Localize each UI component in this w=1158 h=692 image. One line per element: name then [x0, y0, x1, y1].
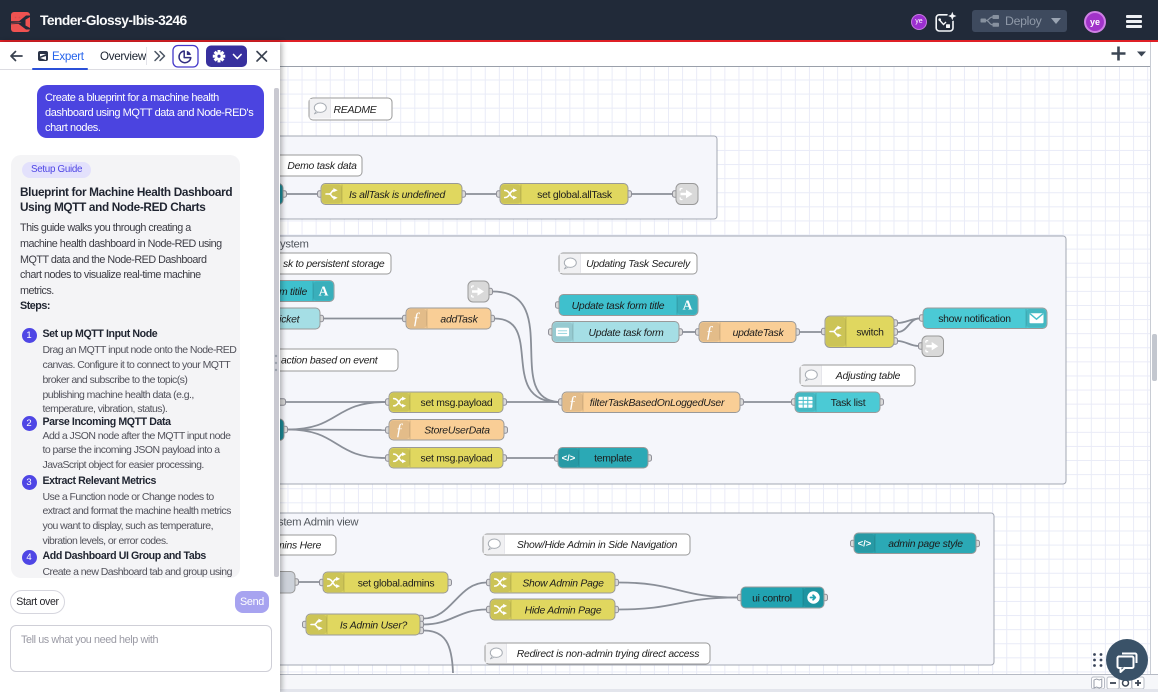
svg-text:admin page style: admin page style — [888, 539, 963, 550]
svg-text:StoreUserData: StoreUserData — [424, 426, 490, 437]
svg-text:set global.allTask: set global.allTask — [537, 190, 613, 201]
svg-text:template: template — [594, 454, 632, 465]
svg-text:Hide Admin Page: Hide Admin Page — [525, 605, 602, 616]
svg-text:addTask: addTask — [440, 314, 478, 325]
svg-text:Update task form title: Update task form title — [572, 301, 665, 312]
svg-text:sk to persistent storage: sk to persistent storage — [283, 259, 385, 270]
svg-text:mins Here: mins Here — [276, 541, 322, 552]
svg-text:Expert: Expert — [52, 50, 85, 63]
svg-text:Task list: Task list — [831, 398, 866, 409]
svg-text:README: README — [334, 105, 378, 116]
svg-text:Show Admin Page: Show Admin Page — [522, 578, 604, 589]
svg-text:Update task form: Update task form — [588, 328, 664, 339]
svg-text:stem Admin view: stem Admin view — [278, 517, 359, 529]
svg-text:Adjusting table: Adjusting table — [835, 371, 901, 382]
svg-text:Is Admin User?: Is Admin User? — [340, 620, 408, 631]
svg-text:Updating Task Securely: Updating Task Securely — [586, 259, 691, 270]
svg-text:ystem: ystem — [280, 239, 309, 251]
svg-text:action based on event: action based on event — [281, 356, 379, 367]
svg-text:set msg.payload: set msg.payload — [421, 454, 493, 465]
svg-text:ticket: ticket — [277, 314, 301, 325]
svg-text:filterTaskBasedOnLoggedUser: filterTaskBasedOnLoggedUser — [590, 398, 725, 409]
svg-text:set msg.payload: set msg.payload — [421, 398, 493, 409]
svg-text:set global.admins: set global.admins — [358, 578, 435, 589]
svg-text:switch: switch — [856, 328, 884, 339]
svg-text:show notification: show notification — [938, 314, 1011, 325]
svg-text:m titile: m titile — [279, 287, 307, 298]
svg-text:Is allTask is undefined: Is allTask is undefined — [349, 190, 447, 201]
svg-text:Overview: Overview — [100, 50, 147, 63]
svg-text:Show/Hide Admin in Side Naviga: Show/Hide Admin in Side Navigation — [517, 540, 678, 551]
svg-text:updateTask: updateTask — [733, 328, 785, 339]
svg-text:Demo task data: Demo task data — [287, 161, 357, 172]
svg-text:Redirect is non-admin trying d: Redirect is non-admin trying direct acce… — [517, 649, 699, 660]
svg-text:ui control: ui control — [752, 593, 792, 604]
